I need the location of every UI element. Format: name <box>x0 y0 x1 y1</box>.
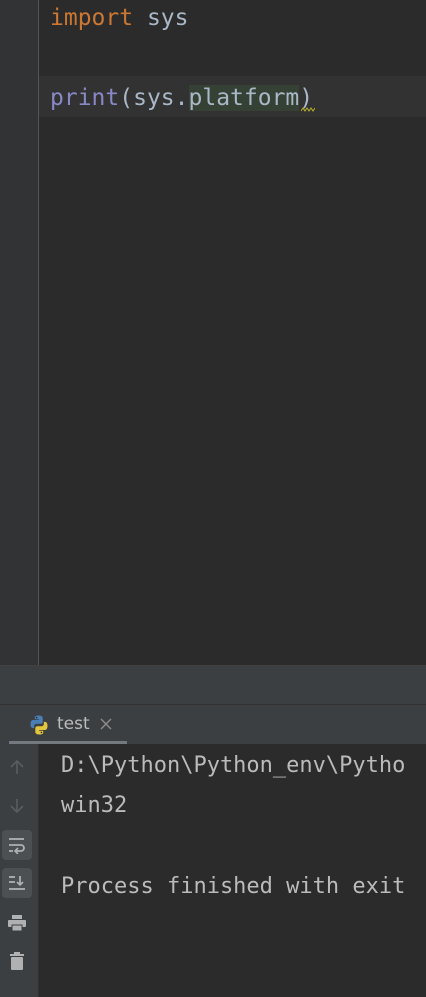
run-tab-test[interactable]: test <box>9 705 127 745</box>
trash-icon <box>10 952 24 970</box>
run-tool-window-header <box>0 666 426 704</box>
run-tab-bar: test <box>0 704 426 745</box>
python-icon <box>30 715 48 735</box>
arrow-up-icon <box>10 759 24 774</box>
scroll-to-end-icon <box>9 876 25 890</box>
call-open: (sys. <box>119 85 189 111</box>
print-button[interactable] <box>2 908 32 938</box>
console-command-line: D:\Python\Python_env\Pytho <box>61 753 406 778</box>
keyword-import: import <box>50 5 134 31</box>
print-icon <box>8 915 26 932</box>
console-toolbar <box>0 744 38 997</box>
console-output[interactable]: D:\Python\Python_env\Pytho win32 Process… <box>39 744 426 997</box>
code-line[interactable]: import sys <box>50 0 188 36</box>
selected-attribute: platform <box>188 85 300 111</box>
code-line[interactable]: print(sys.platform) <box>50 80 313 116</box>
ide-window: import sys print(sys.platform) test D:\P… <box>0 0 426 997</box>
arrow-down-icon <box>10 799 24 814</box>
down-button[interactable] <box>2 791 32 821</box>
clear-all-button[interactable] <box>2 946 32 976</box>
close-icon[interactable] <box>99 717 113 731</box>
warning-squiggle-icon <box>301 107 315 112</box>
builtin-print: print <box>50 85 120 111</box>
console-output-line: win32 <box>61 793 128 818</box>
soft-wrap-icon <box>9 838 25 854</box>
console-exit-message: Process finished with exit <box>61 874 406 899</box>
soft-wrap-button[interactable] <box>2 830 32 860</box>
scroll-to-end-button[interactable] <box>2 868 32 898</box>
tab-label: test <box>57 714 90 734</box>
up-button[interactable] <box>2 752 32 782</box>
module-name: sys <box>133 5 189 31</box>
editor-gutter[interactable] <box>0 0 38 665</box>
code-editor[interactable]: import sys print(sys.platform) <box>0 0 426 665</box>
